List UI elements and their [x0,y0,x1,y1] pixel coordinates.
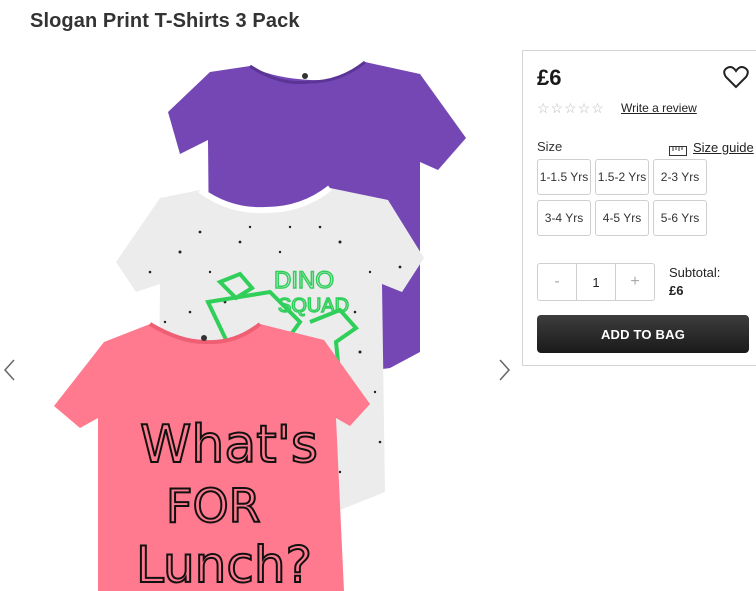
next-image-arrow-icon[interactable] [496,358,512,382]
size-options: 1-1.5 Yrs 1.5-2 Yrs 2-3 Yrs 3-4 Yrs 4-5 … [537,159,707,236]
product-gallery: DINO SQUAD What's FOR Lunch? [0,52,520,591]
size-option-2-3[interactable]: 2-3 Yrs [653,159,707,195]
purchase-panel: £6 ☆ ☆ ☆ ☆ ☆ Write a review Size Size gu… [522,50,756,366]
heart-icon[interactable] [723,65,749,89]
subtotal-value: £6 [669,283,684,298]
size-option-5-6[interactable]: 5-6 Yrs [653,200,707,236]
star-icon: ☆ [550,100,564,116]
subtotal-label: Subtotal: [669,265,721,280]
increment-button[interactable]: + [616,264,654,300]
size-option-4-5[interactable]: 4-5 Yrs [595,200,649,236]
rating-stars: ☆ ☆ ☆ ☆ ☆ [537,101,604,115]
slogan-line-1: What's [140,415,318,475]
size-label: Size [537,139,563,154]
star-icon: ☆ [564,100,577,116]
product-title: Slogan Print T-Shirts 3 Pack [30,10,300,32]
size-guide-label: Size guide [693,140,754,155]
star-icon: ☆ [591,100,604,116]
quantity-value[interactable]: 1 [576,264,616,300]
write-review-link[interactable]: Write a review [621,101,697,115]
size-guide-link[interactable]: Size guide [669,140,754,156]
size-option-1.5-2[interactable]: 1.5-2 Yrs [595,159,649,195]
ruler-icon [669,143,687,156]
squad-print-text: SQUAD [278,295,349,317]
quantity-stepper: - 1 + [537,263,655,301]
product-price: £6 [537,65,562,90]
star-icon: ☆ [537,100,550,116]
slogan-line-2: FOR [166,479,261,533]
previous-image-arrow-icon[interactable] [2,358,18,382]
size-option-1-1.5[interactable]: 1-1.5 Yrs [537,159,591,195]
pink-slogan-tshirt: What's FOR Lunch? [54,322,370,591]
decrement-button[interactable]: - [538,264,576,300]
add-to-bag-button[interactable]: ADD TO BAG [537,315,749,353]
dino-print-text: DINO [274,267,334,294]
product-image: DINO SQUAD What's FOR Lunch? [54,60,466,591]
star-icon: ☆ [577,100,591,116]
size-option-3-4[interactable]: 3-4 Yrs [537,200,591,236]
slogan-line-3: Lunch? [136,536,312,591]
